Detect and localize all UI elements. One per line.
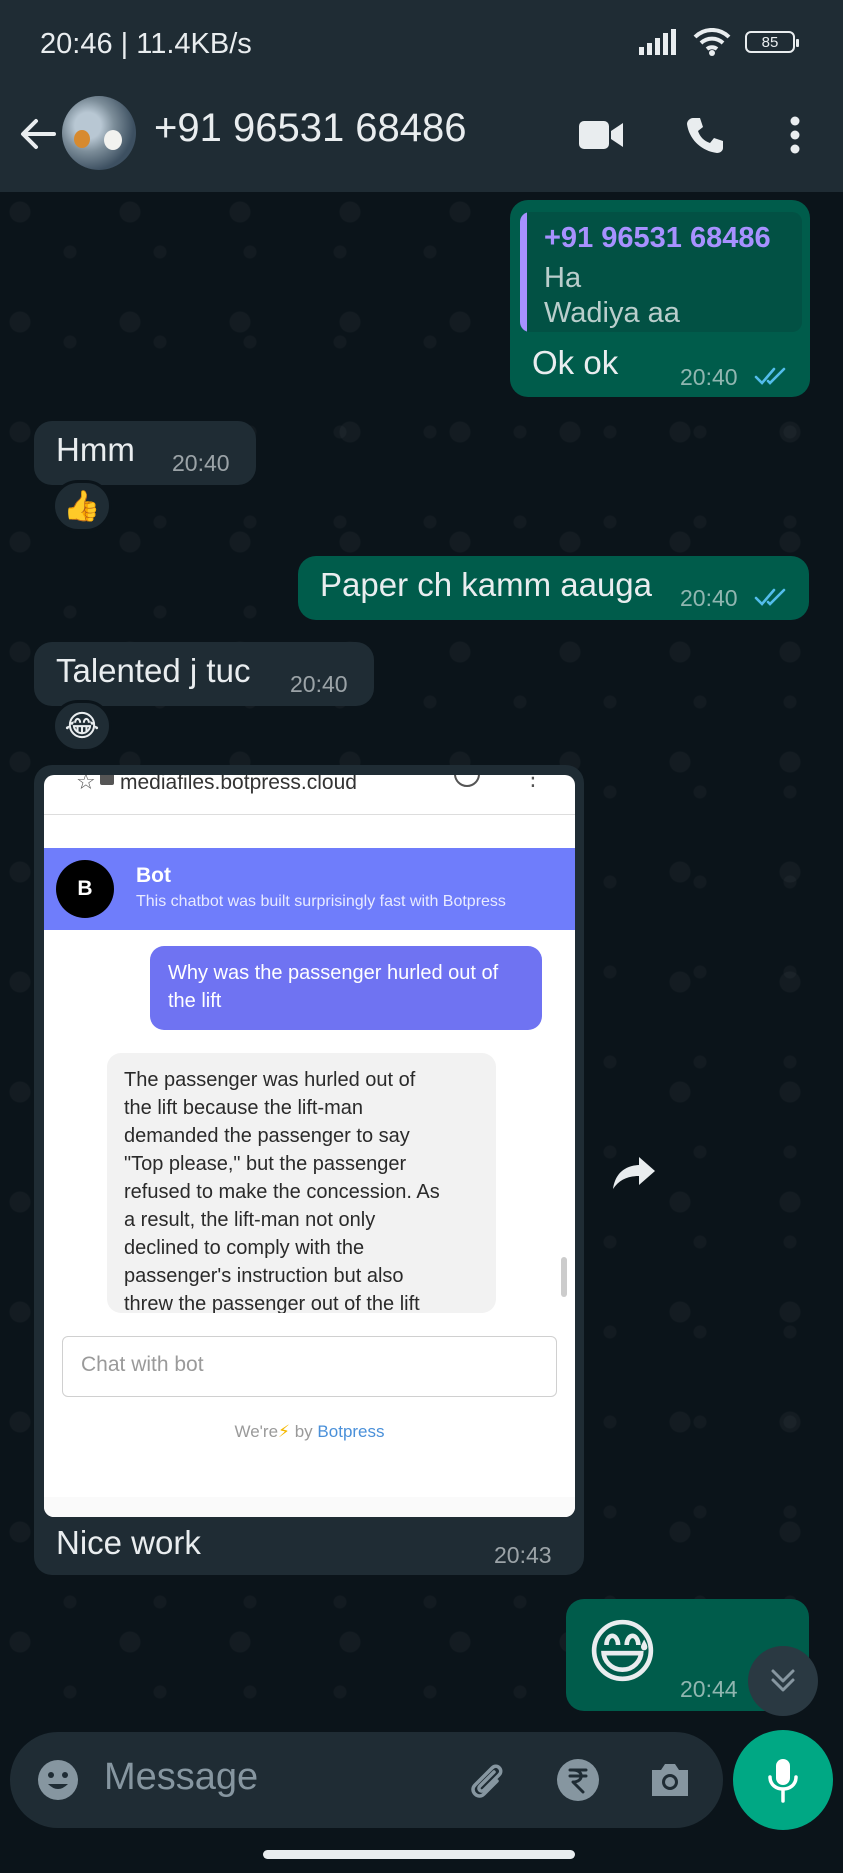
answer-line: The passenger was hurled out of — [124, 1069, 416, 1091]
emoji-icon — [38, 1760, 78, 1800]
message-time: 20:40 — [172, 450, 230, 476]
contact-name[interactable]: +91 96531 68486 — [154, 106, 467, 151]
quote-text-line: Ha — [544, 262, 582, 294]
forward-button[interactable] — [606, 1148, 662, 1198]
refresh-icon — [454, 775, 480, 787]
more-options-button[interactable] — [770, 110, 820, 160]
status-bar: 20:46 | 11.4KB/s 85 — [0, 0, 843, 88]
payment-button[interactable] — [554, 1756, 602, 1804]
message-text: Ok ok — [532, 344, 619, 381]
answer-line: the lift because the lift-man — [124, 1097, 364, 1119]
chat-header: +91 96531 68486 — [0, 88, 843, 192]
wifi-icon — [693, 28, 731, 56]
chevrons-down-icon — [771, 1669, 795, 1692]
lock-icon — [100, 775, 114, 785]
double-check-icon — [754, 588, 786, 606]
attach-icon — [471, 1764, 503, 1798]
scroll-to-bottom-button[interactable] — [748, 1646, 818, 1716]
powered-by-text: We're⚡ by Botpress — [44, 1422, 575, 1442]
message-text: Paper ch kamm aauga — [320, 566, 653, 603]
star-icon: ☆ — [76, 775, 96, 794]
powered-by: by — [294, 1422, 313, 1441]
emoji-button[interactable] — [34, 1756, 82, 1804]
scrollbar-thumb — [561, 1257, 567, 1297]
camera-button[interactable] — [646, 1756, 694, 1804]
message-time: 20:40 — [680, 585, 738, 611]
answer-line: "Top please," but the passenger — [124, 1153, 407, 1175]
answer-line: demanded the passenger to say — [124, 1125, 410, 1147]
powered-prefix: We're — [234, 1422, 279, 1441]
answer-line: passenger's instruction but also — [124, 1265, 404, 1287]
reaction-badge[interactable]: 😂 — [52, 700, 112, 752]
reaction-badge[interactable]: 👍 — [52, 480, 112, 532]
message-text: Talented j tuc — [56, 652, 251, 689]
back-button[interactable] — [14, 110, 62, 158]
message-time: 20:43 — [494, 1542, 552, 1568]
screenshot-image[interactable]: ☆ mediafiles.botpress.cloud ⋮ B Bot This… — [44, 775, 575, 1517]
home-indicator[interactable] — [263, 1850, 575, 1859]
quoted-message[interactable]: +91 96531 68486 Ha Wadiya aa — [520, 212, 802, 332]
quote-text-line: Wadiya aa — [544, 297, 680, 329]
answer-line: a result, the lift-man not only — [124, 1209, 376, 1231]
answer-line: refused to make the concession. As — [124, 1181, 440, 1203]
voice-call-button[interactable] — [680, 110, 730, 160]
double-check-icon — [754, 367, 786, 385]
message-time: 20:40 — [680, 364, 738, 390]
message-caption: Nice work — [56, 1524, 201, 1561]
browser-nav-bar — [44, 1497, 575, 1517]
quote-accent-bar — [520, 212, 527, 332]
battery-level: 85 — [761, 33, 779, 51]
voice-record-button[interactable] — [733, 1730, 833, 1830]
bot-subtitle: This chatbot was built surprisingly fast… — [136, 893, 506, 910]
status-time: 20:46 | 11.4KB/s — [40, 28, 252, 60]
emoji-message: 😅 — [586, 1613, 659, 1691]
bolt-icon: ⚡ — [278, 1422, 290, 1441]
powered-brand: Botpress — [317, 1422, 385, 1441]
browser-url: mediafiles.botpress.cloud — [120, 775, 357, 794]
back-arrow-icon — [21, 119, 56, 149]
contact-avatar[interactable] — [62, 96, 136, 170]
rupee-payment-icon — [557, 1759, 599, 1801]
message-composer: Message — [10, 1732, 723, 1828]
forward-icon — [613, 1157, 655, 1189]
answer-line: threw the passenger out of the lift — [124, 1293, 420, 1313]
answer-line: declined to comply with the — [124, 1237, 365, 1259]
bot-name: Bot — [136, 864, 171, 887]
more-options-icon — [790, 116, 800, 154]
attach-button[interactable] — [462, 1756, 510, 1804]
signal-icon — [639, 29, 676, 55]
video-call-icon — [579, 121, 623, 149]
voice-call-icon — [687, 118, 723, 153]
browser-url-bar: ☆ mediafiles.botpress.cloud ⋮ — [44, 775, 575, 815]
video-call-button[interactable] — [577, 110, 627, 160]
bot-avatar: B — [56, 860, 114, 918]
message-input[interactable]: Message — [104, 1756, 258, 1799]
botpress-header: B Bot This chatbot was built surprisingl… — [44, 848, 575, 930]
message-time: 20:40 — [290, 671, 348, 697]
message-time: 20:44 — [680, 1676, 738, 1702]
bot-input-placeholder: Chat with bot — [81, 1353, 204, 1376]
bot-answer-bubble: The passenger was hurled out of the lift… — [107, 1053, 496, 1313]
quote-sender: +91 96531 68486 — [544, 222, 771, 254]
menu-dots-icon: ⋮ — [522, 775, 544, 790]
mic-icon — [768, 1759, 798, 1803]
battery-icon: 85 — [745, 31, 799, 53]
bot-chat-input: Chat with bot — [62, 1336, 557, 1397]
status-icons: 85 — [639, 28, 799, 56]
camera-icon — [652, 1764, 688, 1796]
message-text: Hmm — [56, 431, 135, 468]
bot-user-question: Why was the passenger hurled out of the … — [150, 946, 542, 1030]
